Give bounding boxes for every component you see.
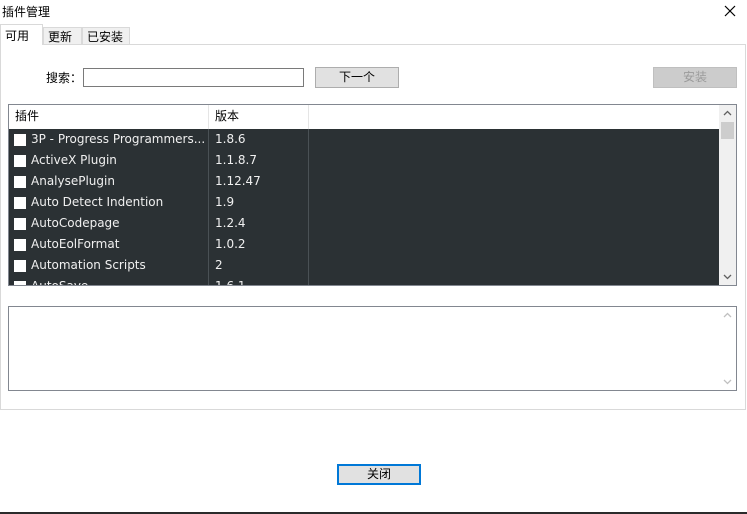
list-item[interactable]: AutoSave 1.6.1 bbox=[9, 276, 720, 285]
plugin-name: 3P - Progress Programmers... bbox=[31, 132, 206, 146]
list-item[interactable]: AnalysePlugin 1.12.47 bbox=[9, 171, 720, 192]
plugin-version: 1.8.6 bbox=[215, 132, 246, 146]
plugin-name: AutoSave bbox=[31, 279, 209, 285]
tab-updates[interactable]: 更新 bbox=[43, 27, 82, 45]
plugin-checkbox[interactable] bbox=[14, 134, 26, 146]
search-input[interactable] bbox=[83, 68, 304, 87]
list-item[interactable]: AutoEolFormat 1.0.2 bbox=[9, 234, 720, 255]
plugin-name: Auto Detect Indention bbox=[31, 195, 164, 209]
plugin-version: 1.9 bbox=[215, 195, 235, 209]
tab-available[interactable]: 可用 bbox=[0, 24, 43, 45]
install-button[interactable]: 安装 bbox=[653, 67, 737, 88]
plugin-version: 1.2.4 bbox=[215, 216, 246, 230]
plugin-version: 2 bbox=[215, 258, 223, 272]
scroll-down-icon[interactable] bbox=[719, 373, 736, 390]
list-rows: 3P - Progress Programmers... 1.8.6 ActiveX… bbox=[9, 129, 720, 285]
plugin-checkbox[interactable] bbox=[14, 155, 26, 167]
plugin-version: 1.6.1 bbox=[215, 279, 246, 285]
scroll-up-icon[interactable] bbox=[719, 307, 736, 324]
plugin-checkbox[interactable] bbox=[14, 260, 26, 272]
plugin-version: 1.12.47 bbox=[215, 174, 261, 188]
plugin-checkbox[interactable] bbox=[14, 239, 26, 251]
list-item[interactable]: Automation Scripts 2 bbox=[9, 255, 720, 276]
plugin-version: 1.1.8.7 bbox=[215, 153, 257, 167]
next-button[interactable]: 下一个 bbox=[315, 67, 399, 88]
list-scrollbar[interactable] bbox=[719, 105, 736, 285]
list-item[interactable]: AutoCodepage 1.2.4 bbox=[9, 213, 720, 234]
tab-bar: 可用 更新 已安装 bbox=[0, 24, 747, 45]
column-header-plugin[interactable]: 插件 bbox=[9, 105, 209, 129]
tab-installed[interactable]: 已安装 bbox=[82, 27, 130, 45]
scroll-down-icon[interactable] bbox=[719, 268, 736, 285]
list-item[interactable]: ActiveX Plugin 1.1.8.7 bbox=[9, 150, 720, 171]
list-header: 插件 版本 bbox=[9, 105, 720, 129]
plugin-list[interactable]: 插件 版本 3P - Progress Programmers... 1.8.6 A… bbox=[8, 104, 737, 286]
title-bar: 插件管理 bbox=[0, 0, 747, 22]
plugin-name: ActiveX Plugin bbox=[31, 153, 117, 167]
list-item[interactable]: Auto Detect Indention 1.9 bbox=[9, 192, 720, 213]
close-button[interactable]: 关闭 bbox=[337, 464, 421, 485]
plugin-checkbox[interactable] bbox=[14, 218, 26, 230]
plugin-checkbox[interactable] bbox=[14, 197, 26, 209]
search-label: 搜索： bbox=[46, 71, 83, 85]
plugin-name: AnalysePlugin bbox=[31, 174, 115, 188]
close-icon[interactable] bbox=[723, 1, 739, 19]
list-item[interactable]: 3P - Progress Programmers... 1.8.6 bbox=[9, 129, 720, 150]
plugin-name: Automation Scripts bbox=[31, 258, 146, 272]
plugin-checkbox[interactable] bbox=[14, 281, 26, 285]
description-scrollbar[interactable] bbox=[719, 307, 736, 390]
scroll-thumb[interactable] bbox=[721, 122, 734, 139]
description-box[interactable] bbox=[8, 306, 737, 391]
plugin-name: AutoEolFormat bbox=[31, 237, 120, 251]
plugin-checkbox[interactable] bbox=[14, 176, 26, 188]
column-header-version[interactable]: 版本 bbox=[209, 105, 309, 129]
plugin-name: AutoCodepage bbox=[31, 216, 120, 230]
scroll-up-icon[interactable] bbox=[719, 105, 736, 122]
plugin-version: 1.0.2 bbox=[215, 237, 246, 251]
window-title: 插件管理 bbox=[2, 5, 51, 19]
